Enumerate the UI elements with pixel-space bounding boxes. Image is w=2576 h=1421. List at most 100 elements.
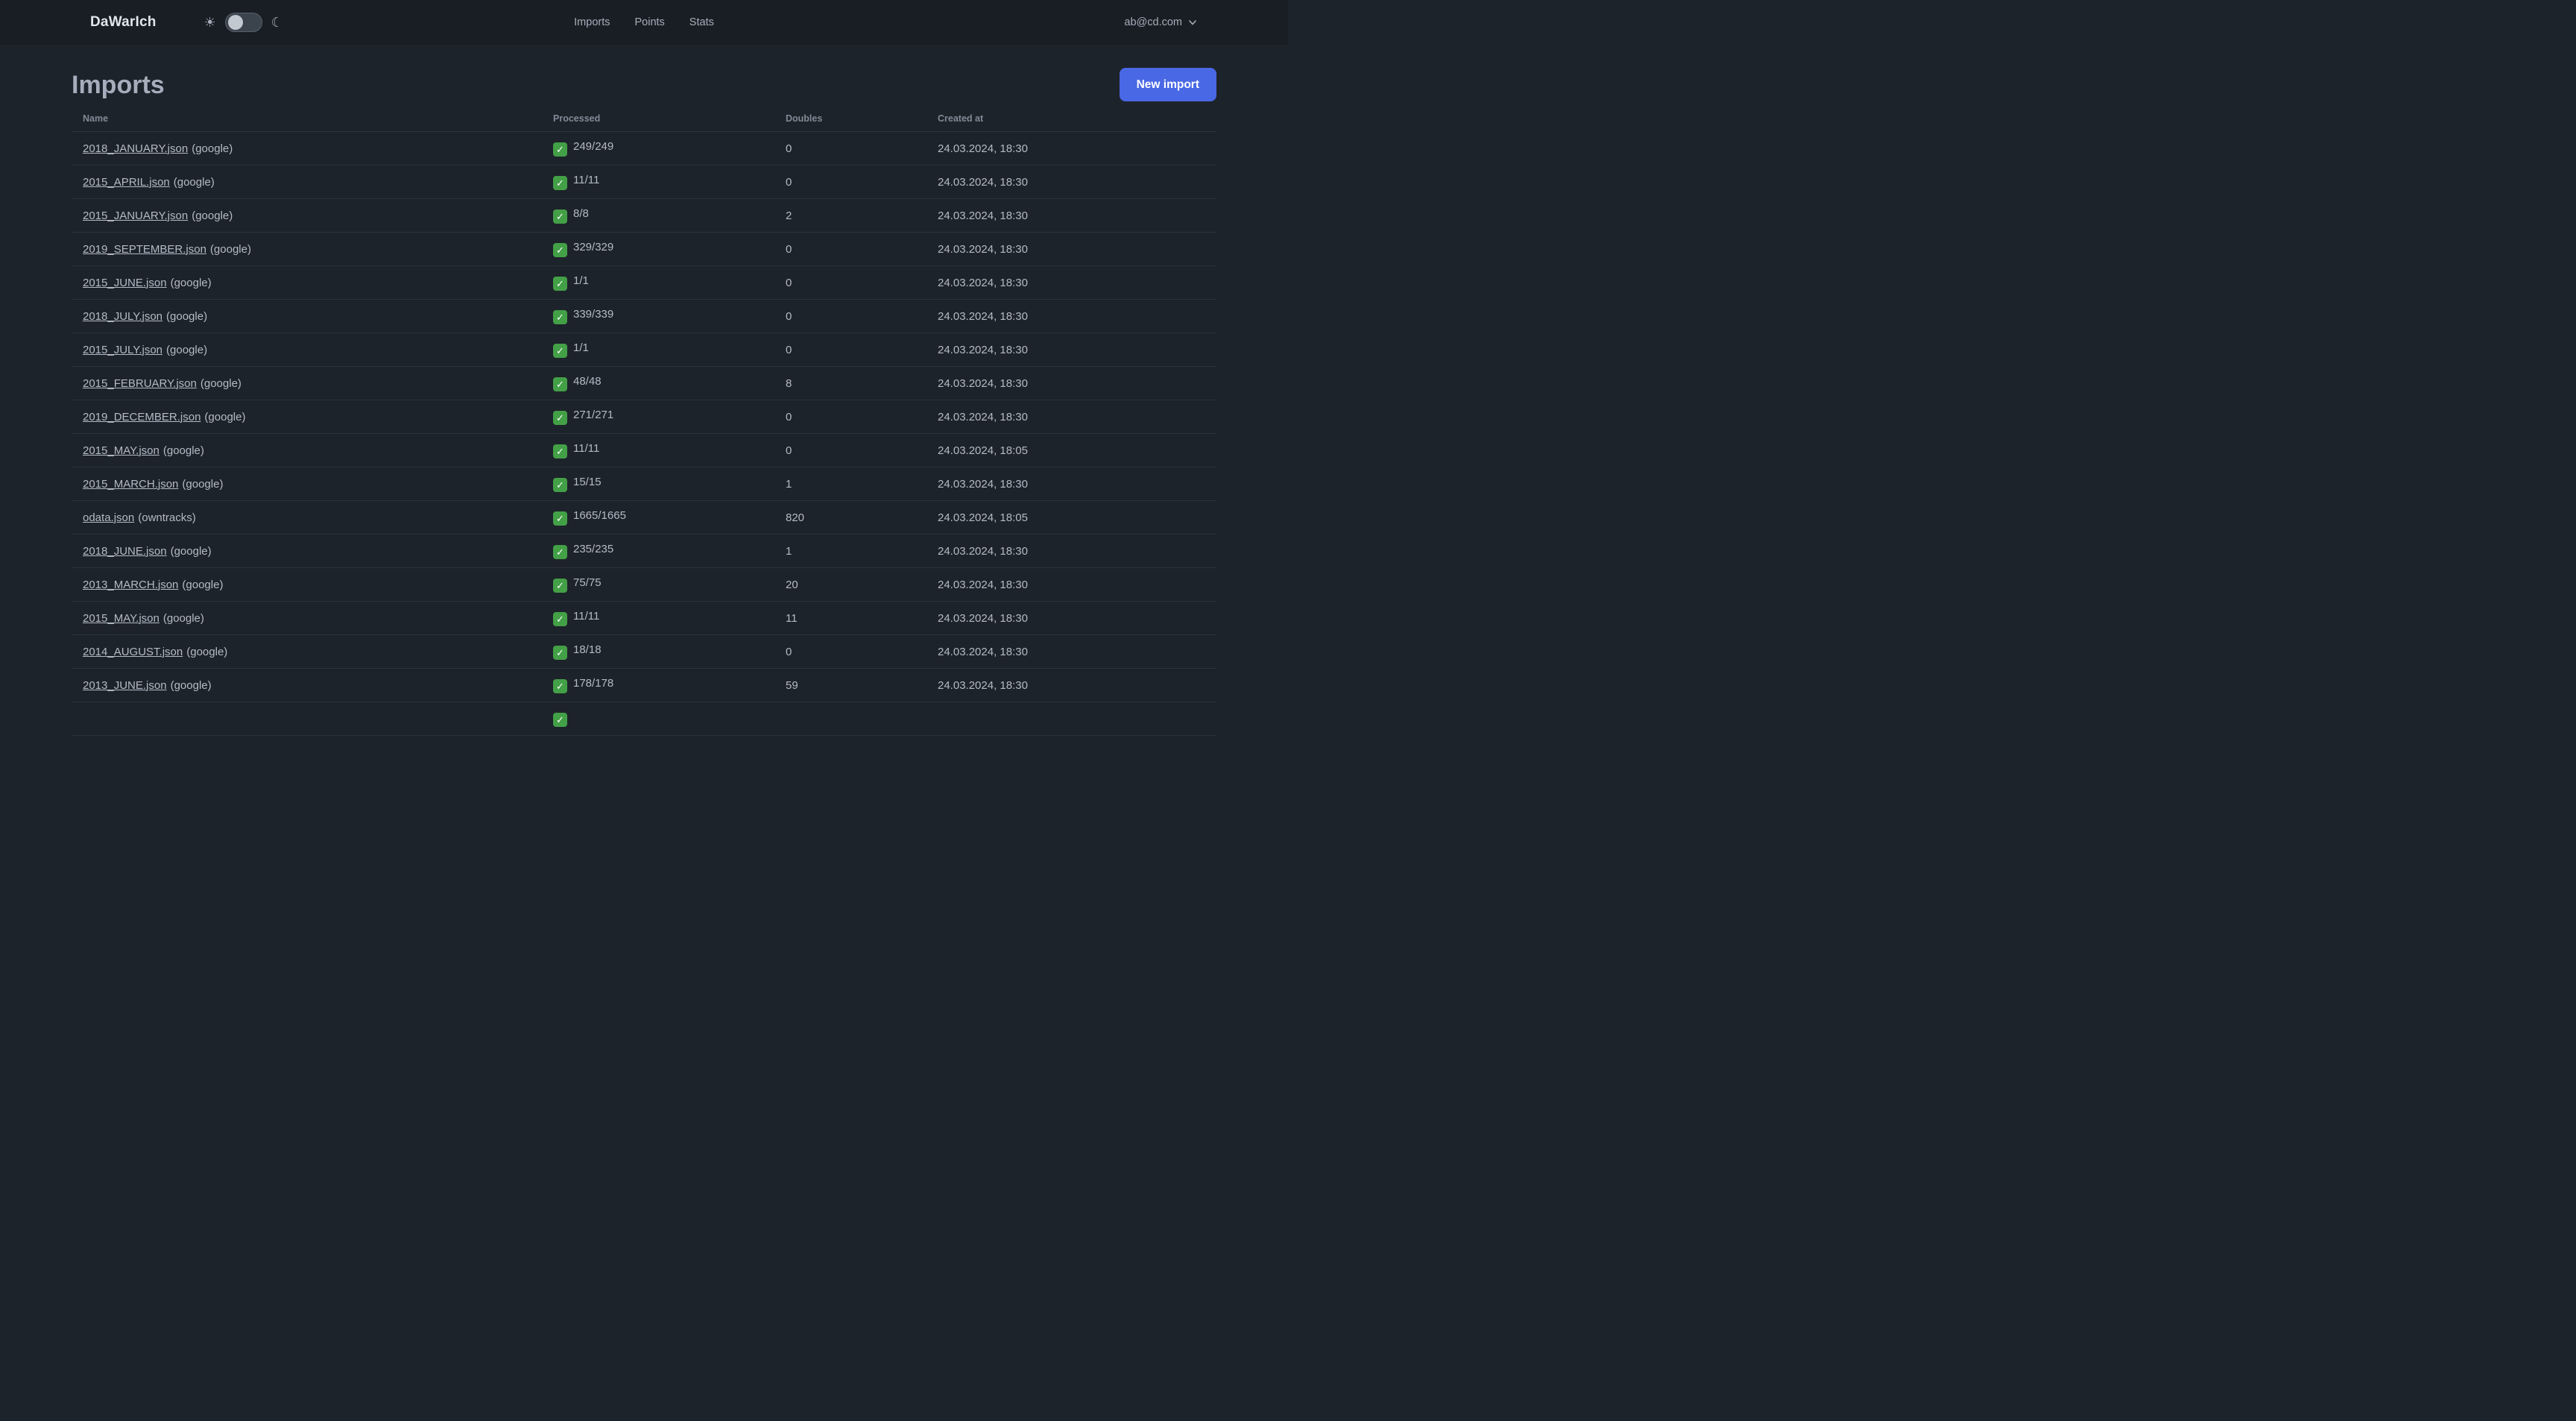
import-file-link[interactable]: 2014_AUGUST.json [83,646,183,658]
processed-cell: ✓ 329/329 [542,232,774,266]
theme-toggle[interactable]: ☀ ☾ [204,13,283,32]
import-file-link[interactable]: 2018_JULY.json [83,310,162,323]
main-content: Imports New import Name Processed Double… [0,68,1288,736]
processed-cell: ✓ 11/11 [542,433,774,467]
processed-count: 18/18 [573,643,602,656]
theme-toggle-knob [227,15,243,30]
doubles-count: 0 [774,400,926,434]
table-row: 2015_APRIL.json (google) ✓ 11/11 0 24.03.2… [72,165,1216,199]
name-cell: 2015_JUNE.json (google) [72,265,542,300]
user-menu[interactable]: ab@cd.com [1124,16,1198,28]
nav-link-imports[interactable]: Imports [574,16,610,28]
created-at: 24.03.2024, 18:30 [926,601,1216,635]
table-row: 2015_MAY.json (google) ✓ 11/11 11 24.03.20… [72,601,1216,635]
new-import-button[interactable]: New import [1119,68,1216,101]
import-file-link[interactable]: 2015_JANUARY.json [83,209,188,222]
processed-cell: ✓ [542,702,774,736]
import-source-label: (google) [162,444,204,457]
import-file-link[interactable]: 2019_SEPTEMBER.json [83,243,206,256]
doubles-count: 0 [774,299,926,333]
name-cell: 2015_MAY.json (google) [72,601,542,635]
table-row: 2015_FEBRUARY.json (google) ✓ 48/48 8 24.0… [72,366,1216,400]
processed-count: 11/11 [573,609,600,623]
name-cell: 2018_JANUARY.json (google) [72,131,542,166]
processed-cell: ✓ 339/339 [542,299,774,333]
success-check-icon: ✓ [553,377,567,392]
processed-cell: ✓ 249/249 [542,131,774,166]
import-file-link[interactable]: 2015_MARCH.json [83,478,178,491]
success-check-icon: ✓ [553,579,567,593]
doubles-count: 20 [774,567,926,602]
page-header: Imports New import [72,68,1216,101]
import-file-link[interactable]: 2019_DECEMBER.json [83,411,201,423]
created-at: 24.03.2024, 18:30 [926,668,1216,702]
import-file-link[interactable]: odata.json [83,511,134,524]
nav-link-points[interactable]: Points [634,16,664,28]
column-header-name: Name [72,109,542,132]
name-cell: odata.json (owntracks) [72,500,542,535]
user-email: ab@cd.com [1124,16,1182,28]
import-source-label: (google) [209,242,251,256]
created-at: 24.03.2024, 18:30 [926,467,1216,501]
created-at: 24.03.2024, 18:30 [926,634,1216,669]
success-check-icon: ✓ [553,310,567,325]
import-file-link[interactable]: 2015_MAY.json [83,612,160,625]
name-cell [72,702,542,736]
processed-count: 1/1 [573,274,589,287]
import-source-label: (google) [170,276,212,289]
theme-toggle-switch[interactable] [224,13,262,32]
processed-count: 249/249 [573,139,614,153]
processed-count: 15/15 [573,475,602,488]
import-file-link[interactable]: 2015_JUNE.json [83,277,167,289]
name-cell: 2019_SEPTEMBER.json (google) [72,232,542,266]
success-check-icon: ✓ [553,511,567,526]
processed-count: 339/339 [573,307,614,321]
success-check-icon: ✓ [553,344,567,359]
created-at: 24.03.2024, 18:30 [926,534,1216,568]
import-source-label: (google) [173,175,215,189]
import-source-label: (google) [200,376,242,390]
created-at: 24.03.2024, 18:30 [926,366,1216,400]
import-source-label: (google) [170,678,212,692]
import-file-link[interactable]: 2018_JUNE.json [83,545,167,558]
name-cell: 2015_MARCH.json (google) [72,467,542,501]
table-row: 2018_JULY.json (google) ✓ 339/339 0 24.03.… [72,299,1216,333]
created-at: 24.03.2024, 18:05 [926,433,1216,467]
import-file-link[interactable]: 2013_JUNE.json [83,679,167,692]
doubles-count: 0 [774,433,926,467]
name-cell: 2015_MAY.json (google) [72,433,542,467]
main-nav: Imports Points Stats [574,0,714,45]
doubles-count: 0 [774,634,926,669]
import-source-label: (google) [192,142,233,155]
table-row: 2018_JANUARY.json (google) ✓ 249/249 0 24.… [72,131,1216,166]
table-row: 2013_JUNE.json (google) ✓ 178/178 59 24.03… [72,668,1216,702]
name-cell: 2014_AUGUST.json (google) [72,634,542,669]
nav-link-stats[interactable]: Stats [689,16,714,28]
import-file-link[interactable]: 2013_MARCH.json [83,579,178,591]
table-row: 2015_JANUARY.json (google) ✓ 8/8 2 24.03.2… [72,198,1216,233]
doubles-count: 59 [774,668,926,702]
navbar-right: ab@cd.com [1124,16,1198,28]
doubles-count: 0 [774,131,926,166]
import-file-link[interactable]: 2015_APRIL.json [83,176,170,189]
doubles-count: 0 [774,165,926,199]
import-file-link[interactable]: 2015_FEBRUARY.json [83,377,197,390]
import-file-link[interactable]: 2015_MAY.json [83,444,160,457]
created-at: 24.03.2024, 18:30 [926,400,1216,434]
name-cell: 2015_JULY.json (google) [72,333,542,367]
processed-count: 178/178 [573,676,614,690]
name-cell: 2018_JULY.json (google) [72,299,542,333]
sun-icon: ☀ [203,15,216,30]
brand-logo[interactable]: DaWarIch [90,14,157,31]
table-row: 2018_JUNE.json (google) ✓ 235/235 1 24.03.… [72,534,1216,568]
import-file-link[interactable]: 2018_JANUARY.json [83,142,188,155]
success-check-icon: ✓ [553,444,567,459]
processed-count: 1/1 [573,341,589,354]
import-source-label: (google) [166,309,208,323]
navbar-left: DaWarIch ☀ ☾ [90,13,283,32]
name-cell: 2013_MARCH.json (google) [72,567,542,602]
doubles-count: 1 [774,534,926,568]
import-source-label: (google) [186,645,228,658]
import-file-link[interactable]: 2015_JULY.json [83,344,162,356]
processed-cell: ✓ 178/178 [542,668,774,702]
